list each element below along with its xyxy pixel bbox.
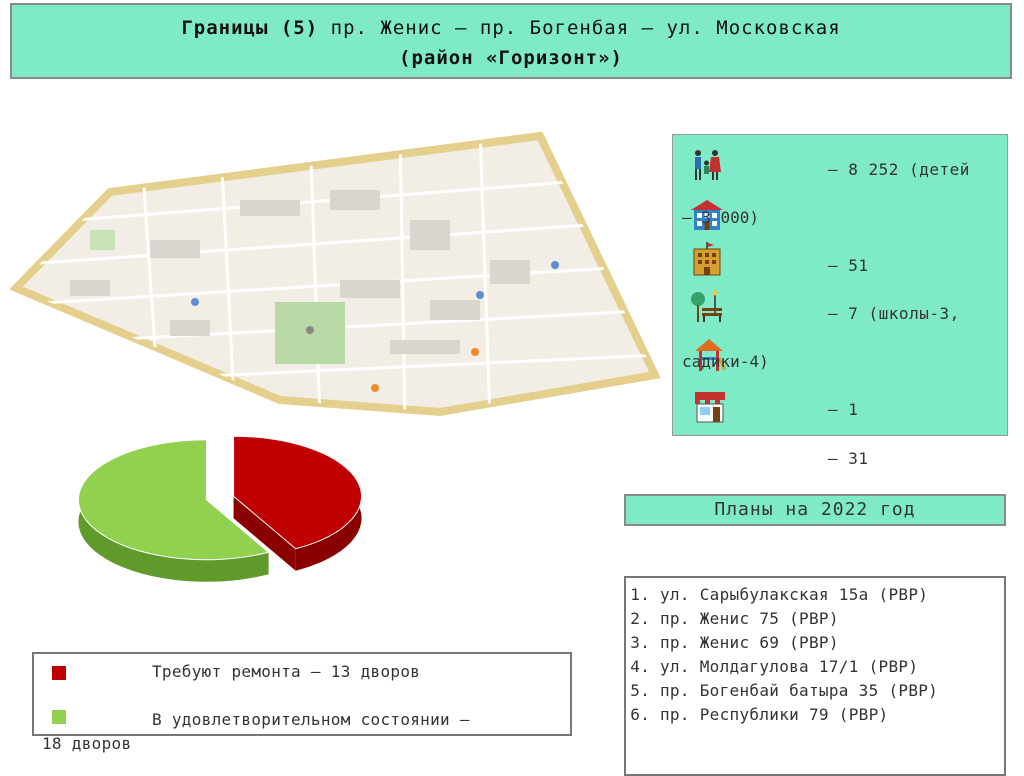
title-line2: (район «Горизонт») xyxy=(399,47,623,69)
plans-list: ул. Сарыбулакская 15а (РВР) пр. Женис 75… xyxy=(624,576,1006,776)
district-map xyxy=(10,131,660,417)
school-building-icon xyxy=(693,242,721,276)
yards-pie-chart xyxy=(78,435,362,582)
stat-population-cont: – 3 000) xyxy=(682,208,760,227)
list-item: пр. Богенбай батыра 35 (РВР) xyxy=(660,679,1004,703)
shop-icon xyxy=(695,392,725,423)
page-title: Границы (5) пр. Женис – пр. Богенбая – у… xyxy=(10,3,1012,79)
pie-legend: Требуют ремонта – 13 дворов В удовлетвор… xyxy=(32,652,572,753)
stat-playgrounds: – 31 xyxy=(828,449,869,468)
list-item: пр. Женис 69 (РВР) xyxy=(660,631,1004,655)
list-item: пр. Республики 79 (РВР) xyxy=(660,703,1004,727)
legend-ok: В удовлетворительном состоянии – xyxy=(152,710,470,729)
legend-ok-cont: 18 дворов xyxy=(42,734,132,753)
list-item: ул. Сарыбулакская 15а (РВР) xyxy=(660,583,1004,607)
legend-repair: Требуют ремонта – 13 дворов xyxy=(152,662,421,681)
title-bold: Границы (5) xyxy=(181,17,319,39)
legend-swatch-repair xyxy=(52,666,66,680)
title-rest: пр. Женис – пр. Богенбая – ул. Московска… xyxy=(318,17,841,39)
list-item: пр. Женис 75 (РВР) xyxy=(660,607,1004,631)
stat-houses: – 51 xyxy=(828,256,869,275)
plans-title: Планы на 2022 год xyxy=(624,494,1006,526)
stat-social-cont: садики-4) xyxy=(682,352,769,371)
family-icon xyxy=(695,150,721,180)
stat-shops: – 1 xyxy=(828,400,859,419)
stat-social: – 7 (школы-3, xyxy=(828,304,960,323)
list-item: ул. Молдагулова 17/1 (РВР) xyxy=(660,655,1004,679)
stat-population: – 8 252 (детей xyxy=(828,160,970,179)
park-bench-icon xyxy=(691,290,722,322)
legend-swatch-ok xyxy=(52,710,66,724)
